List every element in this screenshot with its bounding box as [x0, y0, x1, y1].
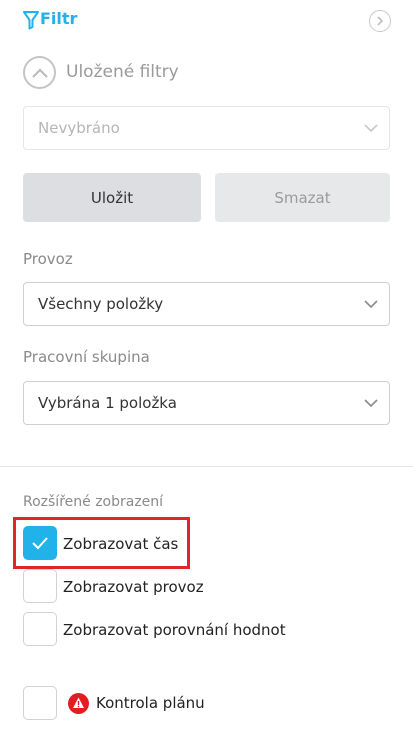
saved-filter-value: Nevybráno [38, 119, 120, 137]
plan-check-label: Kontrola plánu [96, 694, 205, 712]
chevron-down-icon [364, 124, 378, 133]
work-group-value: Vybrána 1 položka [38, 394, 177, 412]
chevron-up-icon [31, 68, 48, 78]
extended-view-title: Rozšířené zobrazení [23, 494, 164, 510]
chevron-down-icon [364, 300, 378, 309]
chevron-right-icon [377, 16, 384, 26]
collapse-panel-button[interactable] [369, 10, 391, 32]
provoz-select[interactable]: Všechny položky [23, 282, 390, 326]
section-divider [0, 466, 413, 467]
saved-filter-select[interactable]: Nevybráno [23, 106, 390, 150]
chevron-down-icon [364, 399, 378, 408]
provoz-value: Všechny položky [38, 295, 164, 313]
delete-filter-button[interactable]: Smazat [215, 173, 390, 222]
show-comparison-label: Zobrazovat porovnání hodnot [63, 621, 286, 639]
save-filter-button[interactable]: Uložit [23, 173, 201, 222]
filter-icon [23, 11, 39, 30]
show-provoz-label: Zobrazovat provoz [63, 578, 204, 596]
provoz-label: Provoz [23, 250, 73, 268]
highlight-box [13, 517, 190, 569]
filter-title: Filtr [40, 9, 78, 28]
work-group-select[interactable]: Vybrána 1 položka [23, 381, 390, 425]
show-provoz-checkbox[interactable] [23, 569, 57, 603]
show-comparison-checkbox[interactable] [23, 612, 57, 646]
work-group-label: Pracovní skupina [23, 348, 150, 366]
warning-icon [68, 693, 89, 714]
saved-filters-title: Uložené filtry [66, 62, 179, 82]
plan-check-checkbox[interactable] [23, 686, 57, 720]
saved-filters-toggle[interactable] [23, 56, 56, 89]
